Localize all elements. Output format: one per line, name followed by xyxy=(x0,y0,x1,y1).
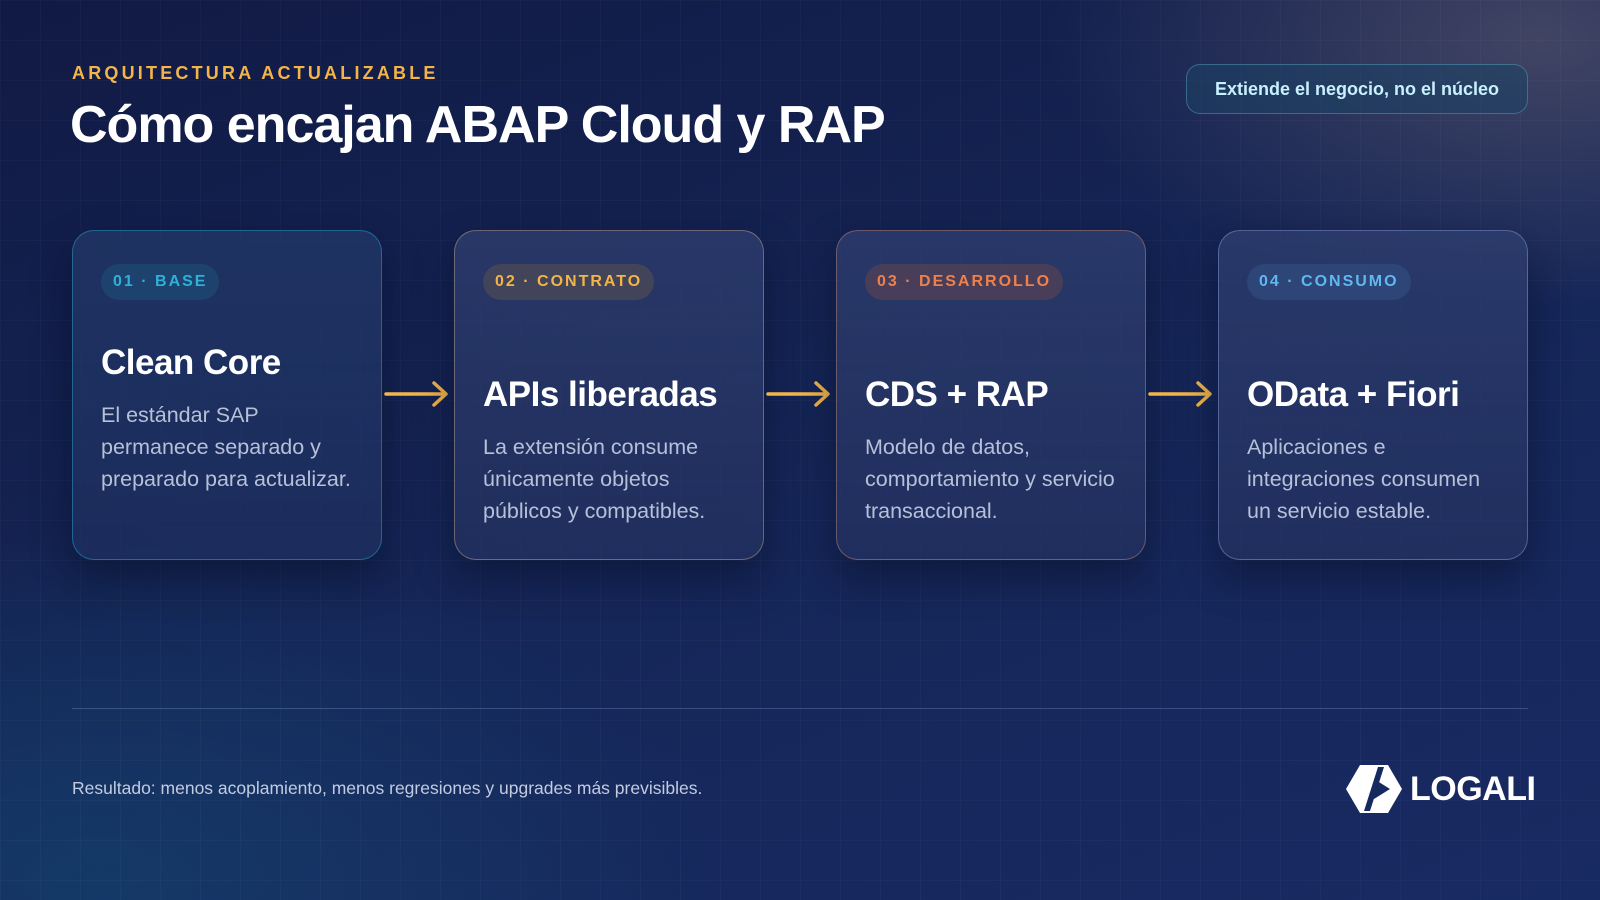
step-description: Aplicaciones e integraciones consumen un… xyxy=(1247,435,1481,523)
footer-divider xyxy=(72,708,1528,709)
step-badge: 03 · DESARROLLO xyxy=(865,264,1064,300)
result-note: Resultado: menos acoplamiento, menos reg… xyxy=(72,778,703,798)
step-card-contrato: 02 · CONTRATO APIs liberadas La extensió… xyxy=(454,230,764,560)
step-description: El estándar SAP permanece separado y pre… xyxy=(101,403,351,491)
eyebrow-label: ARQUITECTURA ACTUALIZABLE xyxy=(72,63,439,83)
tagline-pill: Extiende el negocio, no el núcleo xyxy=(1186,64,1528,114)
step-badge: 01 · BASE xyxy=(101,264,220,300)
step-title: Clean Core xyxy=(101,343,281,382)
step-description: La extensión consume únicamente objetos … xyxy=(483,435,706,523)
arrow-right-icon xyxy=(764,378,836,410)
step-badge: 04 · CONSUMO xyxy=(1247,264,1411,300)
step-title: OData + Fiori xyxy=(1247,375,1460,414)
step-title: CDS + RAP xyxy=(865,375,1049,414)
step-description: Modelo de datos, comportamiento y servic… xyxy=(865,435,1115,523)
step-card-base: 01 · BASE Clean Core El estándar SAP per… xyxy=(72,230,382,560)
logali-logo: LOGALI xyxy=(1344,762,1536,816)
page-title: Cómo encajan ABAP Cloud y RAP xyxy=(70,96,886,154)
logo-wordmark: LOGALI xyxy=(1410,769,1536,808)
arrow-right-icon xyxy=(1146,378,1218,410)
step-card-consumo: 04 · CONSUMO OData + Fiori Aplicaciones … xyxy=(1218,230,1528,560)
step-card-desarrollo: 03 · DESARROLLO CDS + RAP Modelo de dato… xyxy=(836,230,1146,560)
arrow-right-icon xyxy=(382,378,454,410)
step-badge: 02 · CONTRATO xyxy=(483,264,655,300)
logali-mark-icon xyxy=(1346,765,1402,813)
step-title: APIs liberadas xyxy=(483,375,718,414)
